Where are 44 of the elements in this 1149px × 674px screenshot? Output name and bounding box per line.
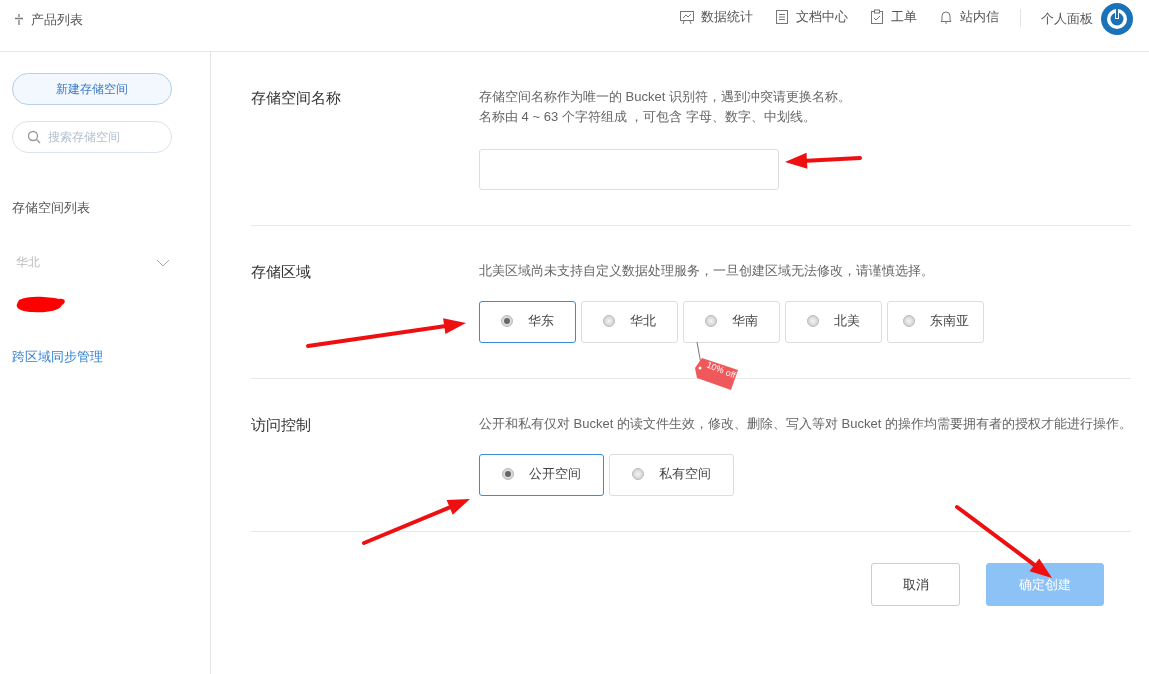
radio-button[interactable] [632,468,644,480]
nav-link[interactable]: 数据统计 [701,7,753,26]
nav-link[interactable]: 站内信 [960,7,999,26]
hint-text: 公开和私有仅对 Bucket 的读文件生效，修改、删除、写入等对 Bucket 的操作均需要拥有者的授权才能进行操作。 [479,415,1133,433]
option-button[interactable]: 东南亚 [887,301,984,343]
bell-icon[interactable] [938,8,954,25]
hint-text: 北美区域尚未支持自定义数据处理服务，一旦创建区域无法修改，请谨慎选择。 [479,262,935,280]
radio-button[interactable] [807,315,819,327]
hint-text: 名称由 4 ~ 63 个字符组成 ，可包含 字母、数字、中划线。 [479,108,817,126]
radio-button[interactable] [603,315,615,327]
chart-icon[interactable] [679,8,695,25]
radio-button[interactable] [705,315,717,327]
chevron-down-icon[interactable] [156,258,170,267]
new-bucket-button[interactable]: 新建存储空间 [12,73,172,105]
radio-button[interactable] [902,315,915,327]
clipboard-icon[interactable] [869,8,885,25]
grid-icon[interactable] [13,13,25,26]
list-title: 存储空间列表 [12,199,91,217]
search-icon [27,130,41,144]
account-menu[interactable]: 个人面板 [1041,9,1093,28]
search-field[interactable]: 搜索存储空间 [12,121,172,153]
discount-label: 10% off [704,358,739,383]
option-button[interactable]: 公开空间 [479,454,604,496]
option-button[interactable]: 华南 [683,301,780,343]
field-label: 存储空间名称 [251,89,341,108]
price-tag [694,342,740,392]
option-button[interactable]: 华北 [581,301,678,343]
nav-link[interactable]: 工单 [891,7,917,26]
power-icon[interactable] [1101,2,1133,35]
field-label: 存储区域 [251,263,311,282]
product-list-menu[interactable]: 产品列表 [31,10,83,29]
radio-button[interactable] [501,315,513,327]
option-button[interactable]: 华东 [479,301,576,343]
option-button[interactable]: 私有空间 [609,454,734,496]
cancel-button[interactable]: 取消 [871,563,960,606]
bucket-name-input[interactable] [479,149,779,190]
field-label: 访问控制 [251,416,311,435]
nav-link[interactable]: 文档中心 [796,7,848,26]
sync-management-link[interactable]: 跨区域同步管理 [12,348,210,366]
radio-button[interactable] [502,468,514,480]
redaction-mark [15,296,67,314]
hint-text: 存储空间名称作为唯一的 Bucket 识别符，遇到冲突请更换名称。 [479,88,852,106]
option-button[interactable]: 北美 [785,301,882,343]
document-icon[interactable] [774,8,790,25]
